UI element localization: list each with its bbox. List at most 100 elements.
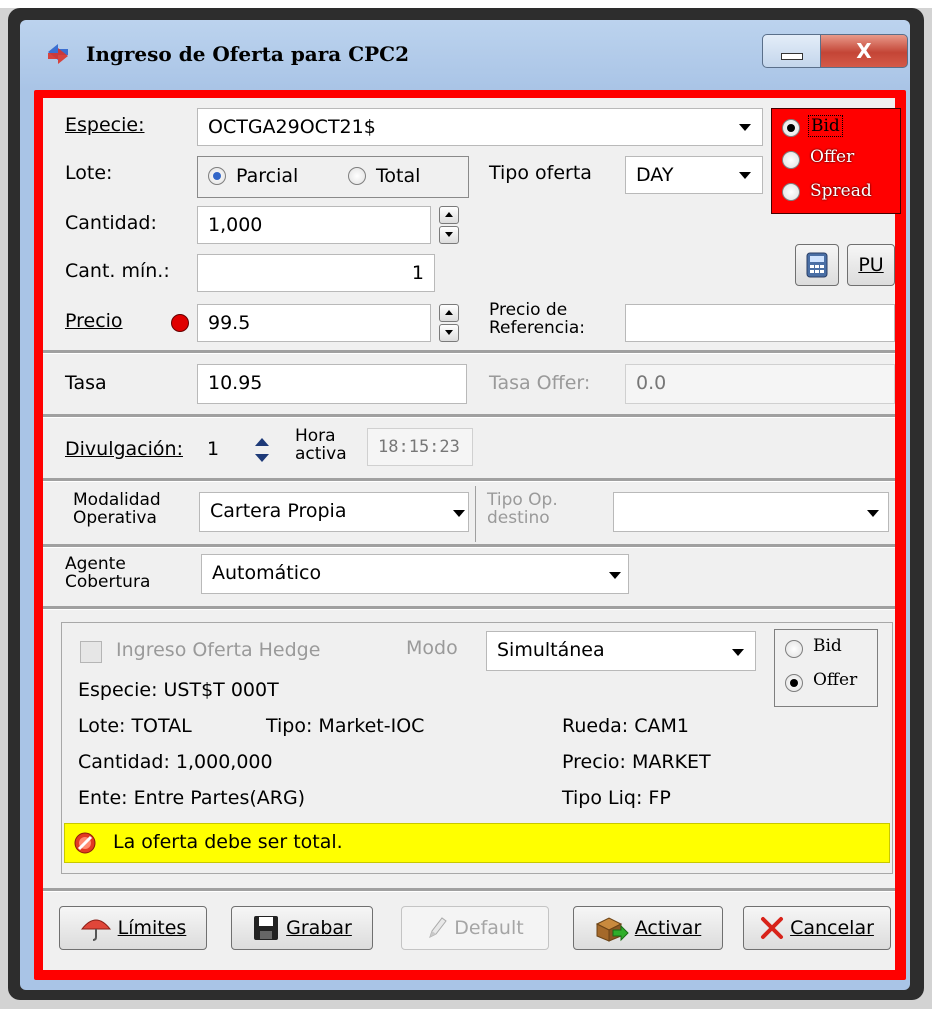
- separator: [43, 350, 895, 354]
- warning-bar: La oferta debe ser total.: [64, 823, 890, 863]
- chevron-down-icon[interactable]: [739, 124, 751, 131]
- default-label: Default: [454, 917, 524, 939]
- hedge-offer-radio[interactable]: [785, 674, 803, 692]
- cancelar-button[interactable]: Cancelar: [743, 906, 891, 950]
- precio-value: 99.5: [208, 312, 251, 334]
- tipo-oferta-label: Tipo oferta: [489, 162, 592, 184]
- side-bid-radio[interactable]: [782, 119, 800, 137]
- pencil-icon: [429, 917, 447, 938]
- hora-activa-value: 18:15:23: [378, 437, 460, 457]
- activar-button[interactable]: Activar: [573, 906, 723, 950]
- divulgacion-value[interactable]: 1: [207, 438, 219, 460]
- exchange-arrows-icon: [48, 44, 68, 64]
- prohibited-icon: [74, 832, 96, 854]
- hedge-rueda: Rueda: CAM1: [562, 715, 689, 737]
- precio-referencia-input[interactable]: [625, 304, 895, 342]
- side-radio-group: Bid Offer Spread: [771, 108, 901, 214]
- step-up-icon[interactable]: [439, 304, 459, 322]
- chevron-down-icon[interactable]: [732, 649, 744, 656]
- tasa-label: Tasa: [65, 372, 107, 394]
- chevron-down-icon[interactable]: [453, 510, 465, 517]
- modo-select[interactable]: Simultánea: [486, 631, 756, 671]
- especie-select[interactable]: OCTGA29OCT21$: [197, 108, 763, 146]
- precio-ref-label-2: Referencia:: [489, 318, 586, 338]
- separator: [43, 606, 895, 610]
- calculator-icon: [806, 252, 828, 278]
- step-up-icon[interactable]: [439, 206, 459, 224]
- divider: [475, 486, 476, 542]
- hedge-bid-radio[interactable]: [785, 640, 803, 658]
- minimize-icon: [781, 52, 803, 60]
- hora-activa-label-2: activa: [295, 444, 347, 464]
- agente-cobertura-select[interactable]: Automático: [201, 554, 629, 594]
- lote-total-label: Total: [376, 165, 421, 187]
- umbrella-icon: [80, 919, 111, 941]
- hedge-side-group: Bid Offer: [774, 629, 878, 707]
- save-disk-icon: [254, 916, 279, 940]
- step-down-icon[interactable]: [439, 226, 459, 244]
- agente-label-1: Agente: [65, 554, 126, 574]
- tasa-value: 10.95: [208, 372, 263, 394]
- separator: [43, 544, 895, 548]
- precio-ref-label-1: Precio de: [489, 300, 568, 320]
- lote-label: Lote:: [65, 162, 113, 184]
- especie-value: OCTGA29OCT21$: [208, 116, 376, 138]
- hedge-ente: Ente: Entre Partes(ARG): [78, 787, 306, 809]
- minimize-button[interactable]: [762, 34, 822, 68]
- cant-min-value: 1: [411, 262, 424, 284]
- hedge-checkbox[interactable]: [80, 641, 102, 663]
- hedge-tipo: Tipo: Market-IOC: [266, 715, 425, 737]
- modalidad-select[interactable]: Cartera Propia: [199, 492, 469, 532]
- agente-label-2: Cobertura: [65, 572, 151, 592]
- close-button[interactable]: X: [820, 34, 908, 68]
- precio-label: Precio: [65, 310, 123, 332]
- hedge-offer-label: Offer: [813, 670, 858, 690]
- side-bid-label: Bid: [808, 115, 843, 137]
- window-frame: Ingreso de Oferta para CPC2 X Especie: O…: [20, 20, 910, 990]
- hora-activa-label-1: Hora: [295, 426, 336, 446]
- chevron-down-icon[interactable]: [739, 172, 751, 179]
- tasa-offer-input: 0.0: [625, 364, 895, 404]
- hedge-precio: Precio: MARKET: [562, 751, 711, 773]
- divulgacion-stepper-icon[interactable]: [251, 432, 273, 468]
- activar-label: Activar: [634, 917, 702, 939]
- tipo-oferta-value: DAY: [636, 164, 674, 186]
- hedge-tipo-liq: Tipo Liq: FP: [562, 787, 671, 809]
- limites-button[interactable]: Límites: [59, 906, 207, 950]
- chevron-down-icon[interactable]: [867, 510, 879, 517]
- precio-input[interactable]: 99.5: [197, 304, 431, 342]
- title-bar[interactable]: Ingreso de Oferta para CPC2 X: [20, 20, 910, 90]
- tasa-offer-value: 0.0: [636, 372, 667, 394]
- tipo-op-label-1: Tipo Op.: [487, 490, 558, 510]
- default-button[interactable]: Default: [401, 906, 549, 950]
- precio-stepper[interactable]: [439, 304, 459, 342]
- side-spread-radio[interactable]: [782, 183, 800, 201]
- cancelar-label: Cancelar: [790, 917, 874, 939]
- lote-radio-group: Parcial Total: [197, 156, 469, 198]
- tipo-op-destino-select[interactable]: [613, 492, 889, 532]
- calculator-button[interactable]: [795, 244, 839, 286]
- separator: [43, 478, 895, 482]
- separator: [43, 888, 895, 892]
- red-border-area: Especie: OCTGA29OCT21$ Bid Offer Spread …: [34, 90, 906, 980]
- tasa-offer-label: Tasa Offer:: [489, 372, 591, 394]
- hedge-cantidad: Cantidad: 1,000,000: [78, 751, 273, 773]
- cant-min-label: Cant. mín.:: [65, 260, 170, 282]
- lote-parcial-radio[interactable]: [208, 167, 226, 185]
- dialog-window: Ingreso de Oferta para CPC2 X Especie: O…: [8, 8, 924, 1000]
- pu-button[interactable]: PU: [847, 244, 895, 286]
- hedge-bid-label: Bid: [813, 636, 842, 656]
- screen-backdrop: [0, 0, 932, 8]
- hedge-checkbox-label: Ingreso Oferta Hedge: [116, 639, 321, 661]
- side-offer-label: Offer: [810, 147, 855, 167]
- cantidad-input[interactable]: 1,000: [197, 206, 431, 244]
- tasa-input[interactable]: 10.95: [197, 364, 467, 404]
- cantidad-stepper[interactable]: [439, 206, 459, 244]
- grabar-button[interactable]: Grabar: [231, 906, 373, 950]
- step-down-icon[interactable]: [439, 324, 459, 342]
- chevron-down-icon[interactable]: [609, 572, 621, 579]
- side-offer-radio[interactable]: [782, 151, 800, 169]
- lote-total-radio[interactable]: [348, 167, 366, 185]
- modalidad-label-1: Modalidad: [73, 490, 161, 510]
- cant-min-input[interactable]: 1: [197, 254, 435, 292]
